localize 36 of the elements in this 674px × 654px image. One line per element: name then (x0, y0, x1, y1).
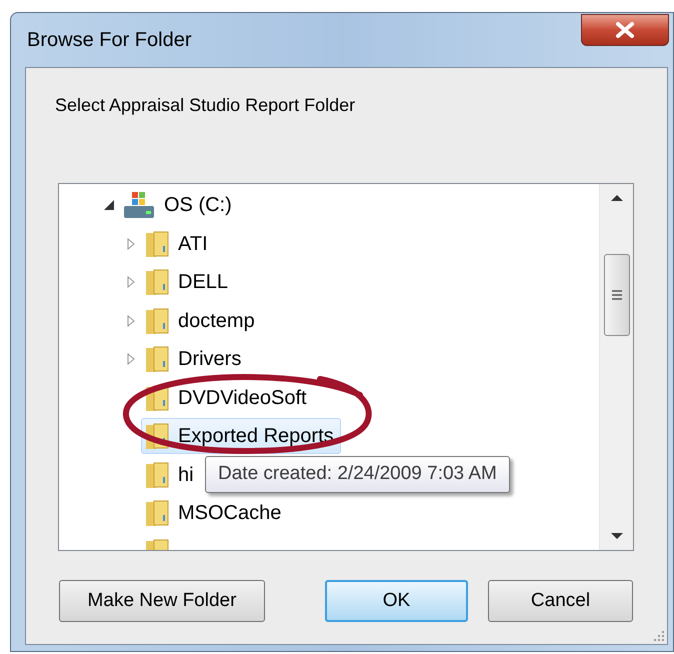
expand-arrow-icon[interactable] (125, 353, 137, 366)
folder-icon (144, 268, 170, 296)
dialog-button[interactable]: Cancel (488, 580, 633, 622)
tree-item[interactable]: DELL (141, 264, 236, 300)
tree-item[interactable]: OS (C:) (119, 187, 239, 224)
scroll-up-icon[interactable] (610, 194, 624, 202)
close-icon (614, 22, 636, 38)
dialog-button[interactable]: Make New Folder (59, 580, 265, 622)
tree-item[interactable]: doctemp (141, 302, 262, 339)
tree-item[interactable]: MSOCache (141, 495, 288, 532)
grip-icon (610, 290, 622, 300)
tree-item[interactable]: DVDVideoSoft (141, 380, 314, 416)
prompt-text: Select Appraisal Studio Report Folder (55, 94, 356, 117)
close-button[interactable] (581, 14, 669, 46)
window-title: Browse For Folder (27, 28, 192, 53)
folder-icon (144, 460, 170, 489)
folder-icon (144, 384, 170, 412)
expand-arrow-icon[interactable] (125, 314, 137, 327)
tree-item[interactable]: ATI (141, 226, 215, 262)
folder-icon (144, 230, 170, 258)
resize-grip-icon[interactable] (653, 630, 665, 642)
collapse-arrow-icon[interactable] (103, 199, 115, 212)
scroll-down-icon[interactable] (610, 532, 624, 540)
drive-icon (122, 190, 156, 220)
tree-item[interactable]: Drivers (141, 341, 248, 378)
dialog-button[interactable]: OK (325, 580, 468, 622)
folder-icon (144, 499, 170, 528)
expand-arrow-icon[interactable] (125, 276, 137, 288)
expand-arrow-icon[interactable] (125, 238, 137, 250)
tree-item[interactable]: hi (141, 456, 201, 493)
folder-icon (144, 306, 170, 335)
scrollbar[interactable] (599, 184, 633, 550)
folder-icon (144, 345, 170, 374)
scroll-thumb[interactable] (604, 254, 630, 336)
folder-icon (144, 422, 170, 450)
tooltip: Date created: 2/24/2009 7:03 AM (205, 456, 510, 493)
